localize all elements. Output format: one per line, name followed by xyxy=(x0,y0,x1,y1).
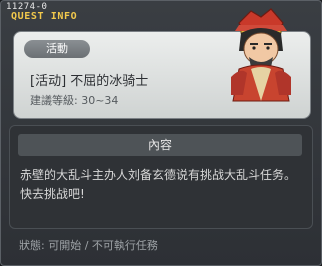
quest-name: [活动] 不屈的冰骑士 xyxy=(30,74,149,89)
window-title: QUEST INFO xyxy=(11,11,78,22)
content-text: 赤壁的大乱斗主办人刘备玄德说有挑战大乱斗任务。快去挑战吧! xyxy=(20,168,297,201)
content-panel: 內容 赤壁的大乱斗主办人刘备玄德说有挑战大乱斗任务。快去挑战吧! xyxy=(9,125,313,229)
quest-info-window: 11274-0 QUEST INFO 活動 [活动] 不屈的冰骑士 建議等級: … xyxy=(0,0,322,266)
recommended-level: 建議等級: 30~34 xyxy=(30,94,119,107)
event-tag: 活動 xyxy=(24,40,90,58)
content-header: 內容 xyxy=(18,134,302,156)
npc-portrait-icon xyxy=(231,8,291,102)
quest-status: 狀態: 可開始 / 不可執行任務 xyxy=(19,239,158,252)
